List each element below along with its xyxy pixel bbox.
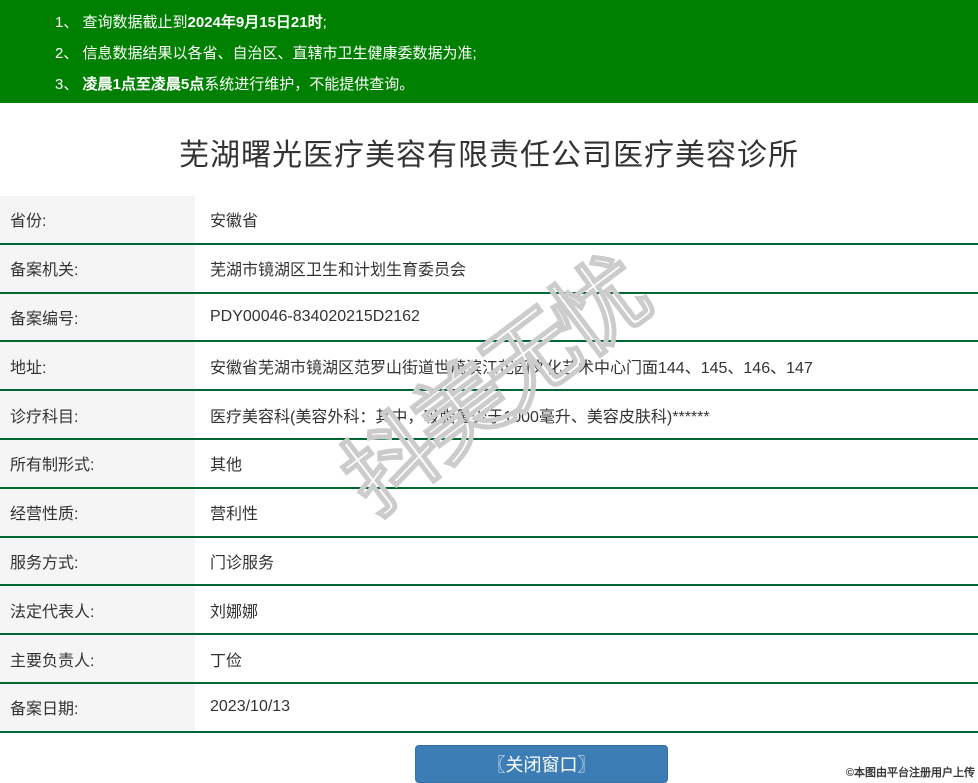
row-value: 医疗美容科(美容外科：其中，吸脂量少于1000毫升、美容皮肤科)****** [210,408,710,426]
row-label: 诊疗科目: [0,391,195,438]
row-label: 所有制形式: [0,439,195,487]
table-row-filing-date: 备案日期: 2023/10/13 [0,683,978,733]
notice-banner: 1、 查询数据截止到2024年9月15日21时; 2、 信息数据结果以各省、自治… [0,0,978,103]
row-value: 门诊服务 [210,554,275,572]
row-label: 备案编号: [0,293,195,341]
close-window-button[interactable]: 〖关闭窗口〗 [415,744,668,783]
notice-line-1-text: 1、 查询数据截止到 [55,14,188,31]
row-label: 备案日期: [0,683,195,731]
upload-attribution: ©本图由平台注册用户上传 [845,767,975,779]
row-value: 丁俭 [210,652,243,670]
notice-line-2: 2、 信息数据结果以各省、自治区、直辖市卫生健康委数据为准; [55,38,968,69]
table-row-operating-nature: 经营性质: 营利性 [0,488,978,538]
row-label: 服务方式: [0,537,195,585]
row-value: 芜湖市镜湖区卫生和计划生育委员会 [210,262,467,280]
row-label: 地址: [0,342,195,390]
notice-line-3-tail: 系统进行维护，不能提供查询。 [204,76,415,93]
table-row-service-mode: 服务方式: 门诊服务 [0,537,978,587]
table-row-treatment-subjects: 诊疗科目: 医疗美容科(美容外科：其中，吸脂量少于1000毫升、美容皮肤科)**… [0,391,978,440]
notice-line-1-bold: 2024年9月15日21时 [187,14,323,31]
row-value: 其他 [210,457,243,475]
table-row-principal: 主要负责人: 丁俭 [0,635,978,684]
record-detail-table: 省份: 安徽省 备案机关: 芜湖市镜湖区卫生和计划生育委员会 备案编号: PDY… [0,196,978,733]
row-label: 备案机关: [0,244,195,292]
notice-line-1-tail: ; [322,14,327,31]
row-value: 2023/10/13 [210,698,291,716]
row-label: 经营性质: [0,488,195,536]
notice-line-3-text: 3、 [55,76,83,93]
table-row-filing-number: 备案编号: PDY00046-834020215D2162 [0,293,978,343]
footer-bar: 〖关闭窗口〗 [0,733,978,783]
row-value: 安徽省芜湖市镜湖区范罗山街道世茂滨江花园文化艺术中心门面144、145、146、… [210,359,813,377]
row-value: 营利性 [210,506,259,524]
table-row-address: 地址: 安徽省芜湖市镜湖区范罗山街道世茂滨江花园文化艺术中心门面144、145、… [0,342,978,392]
notice-line-1: 1、 查询数据截止到2024年9月15日21时; [55,7,968,38]
row-label: 省份: [0,196,195,243]
row-value: 安徽省 [210,213,259,231]
row-label: 法定代表人: [0,586,195,634]
notice-line-3: 3、 凌晨1点至凌晨5点系统进行维护，不能提供查询。 [55,69,968,100]
notice-line-2-text: 2、 信息数据结果以各省、自治区、直辖市卫生健康委数据为准; [55,45,477,62]
notice-line-3-bold: 凌晨1点至凌晨5点 [82,76,205,93]
table-row-ownership-type: 所有制形式: 其他 [0,439,978,489]
page-title: 芜湖曙光医疗美容有限责任公司医疗美容诊所 [179,139,799,172]
table-row-filing-authority: 备案机关: 芜湖市镜湖区卫生和计划生育委员会 [0,244,978,294]
row-label: 主要负责人: [0,635,195,682]
row-value: 刘娜娜 [210,603,259,621]
table-row-province: 省份: 安徽省 [0,196,978,245]
table-row-legal-representative: 法定代表人: 刘娜娜 [0,586,978,636]
row-value: PDY00046-834020215D2162 [210,307,420,325]
